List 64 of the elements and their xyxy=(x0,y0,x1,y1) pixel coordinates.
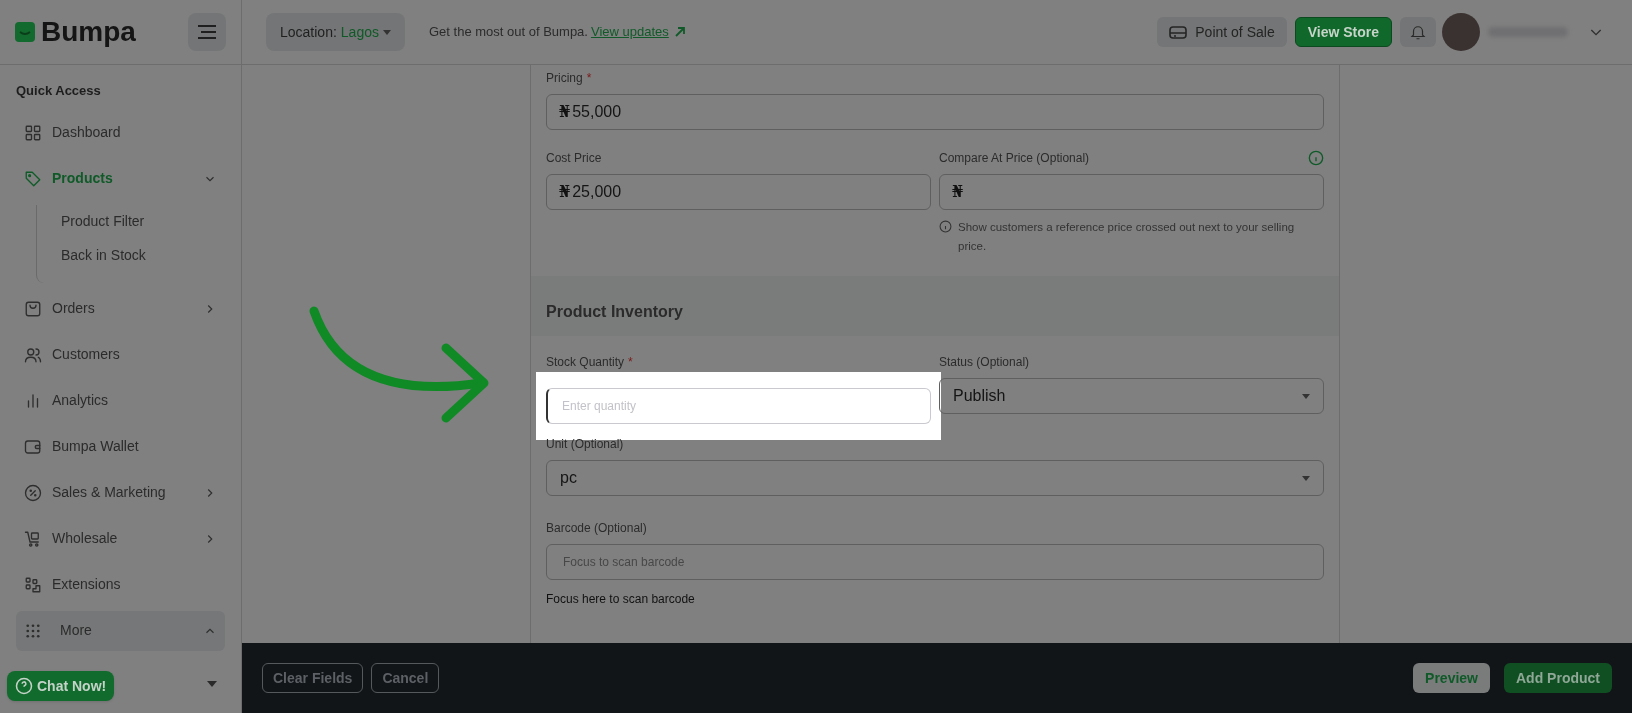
point-of-sale-button[interactable]: Point of Sale xyxy=(1157,17,1287,47)
field-label: Pricing xyxy=(546,70,583,87)
sidebar-item[interactable]: Products xyxy=(16,158,225,199)
price-input[interactable]: ₦25,000 xyxy=(546,174,931,210)
dots-grid-icon xyxy=(24,621,42,640)
sidebar-item[interactable]: Bumpa Wallet xyxy=(16,426,225,467)
notifications-button[interactable] xyxy=(1400,17,1436,47)
price-input[interactable]: ₦ xyxy=(939,174,1324,210)
stock-quantity-input[interactable]: Enter quantity xyxy=(546,388,931,424)
grid-icon xyxy=(24,123,42,142)
external-arrow-icon xyxy=(673,26,686,38)
footer-button[interactable]: Clear Fields xyxy=(262,663,364,693)
field-label: Stock Quantity xyxy=(546,354,625,371)
help-icon xyxy=(15,677,33,695)
sidebar-item[interactable]: Wholesale xyxy=(16,518,225,559)
field-label: Compare At Price (Optional) xyxy=(939,150,1090,167)
blocks-icon xyxy=(24,575,42,594)
tag-icon xyxy=(24,169,42,188)
sidebar-item[interactable]: Extensions xyxy=(16,564,225,605)
menu-icon xyxy=(197,24,217,40)
preview-button[interactable]: Preview xyxy=(1413,663,1490,693)
select-field[interactable]: pc xyxy=(546,460,1324,496)
view-updates-link[interactable]: View updates xyxy=(590,22,669,42)
field-label: Barcode (Optional) xyxy=(546,520,647,537)
field-label: Status (Optional) xyxy=(939,354,1030,371)
field-label: Cost Price xyxy=(546,150,602,167)
footer-button[interactable]: Cancel xyxy=(371,663,440,693)
sidebar-item[interactable]: More xyxy=(16,610,225,651)
menu-button[interactable] xyxy=(188,13,226,51)
location-selector[interactable]: Location: Lagos xyxy=(266,13,405,51)
chat-now-button[interactable]: Chat Now! xyxy=(7,671,115,701)
promo-text: Get the most out of Bumpa. xyxy=(429,23,588,42)
sidebar-item[interactable]: Customers xyxy=(16,334,225,375)
view-store-button[interactable]: View Store xyxy=(1294,17,1392,47)
avatar[interactable] xyxy=(1442,13,1480,51)
bag-icon xyxy=(24,299,42,318)
help-text: Show customers a reference price crossed out next to your selling price. xyxy=(958,220,1296,254)
field-label: Unit (Optional) xyxy=(546,436,624,453)
users-icon xyxy=(24,345,42,364)
sidebar-item[interactable]: Orders xyxy=(16,288,225,329)
price-input[interactable]: ₦55,000 xyxy=(546,94,1324,130)
bell-icon xyxy=(1409,23,1427,41)
sidebar-title: Quick Access xyxy=(16,82,102,100)
cart-icon xyxy=(24,529,42,548)
wallet-icon xyxy=(24,437,42,456)
select-field[interactable]: Publish xyxy=(939,378,1324,414)
sidebar-subitem[interactable]: Back in Stock xyxy=(37,238,225,273)
required-asterisk: * xyxy=(628,354,633,371)
caret-icon xyxy=(207,681,217,687)
barcode-input[interactable]: Focus to scan barcode xyxy=(546,544,1324,580)
sidebar-item[interactable]: Analytics xyxy=(16,380,225,421)
info-icon xyxy=(939,220,952,233)
card-reader-icon xyxy=(1169,24,1188,40)
percent-icon xyxy=(24,483,42,502)
sidebar-item[interactable]: Dashboard xyxy=(16,112,225,153)
logo-text: Bumpa xyxy=(41,15,136,49)
info-icon[interactable] xyxy=(1308,150,1324,166)
sidebar-subitem[interactable]: Product Filter xyxy=(37,204,225,239)
logo-icon xyxy=(15,22,35,42)
section-title: Product Inventory xyxy=(546,302,683,322)
sidebar-item[interactable]: Sales & Marketing xyxy=(16,472,225,513)
add-product-button[interactable]: Add Product xyxy=(1504,663,1612,693)
barcode-hint: Focus here to scan barcode xyxy=(546,591,696,608)
required-asterisk: * xyxy=(586,70,592,87)
